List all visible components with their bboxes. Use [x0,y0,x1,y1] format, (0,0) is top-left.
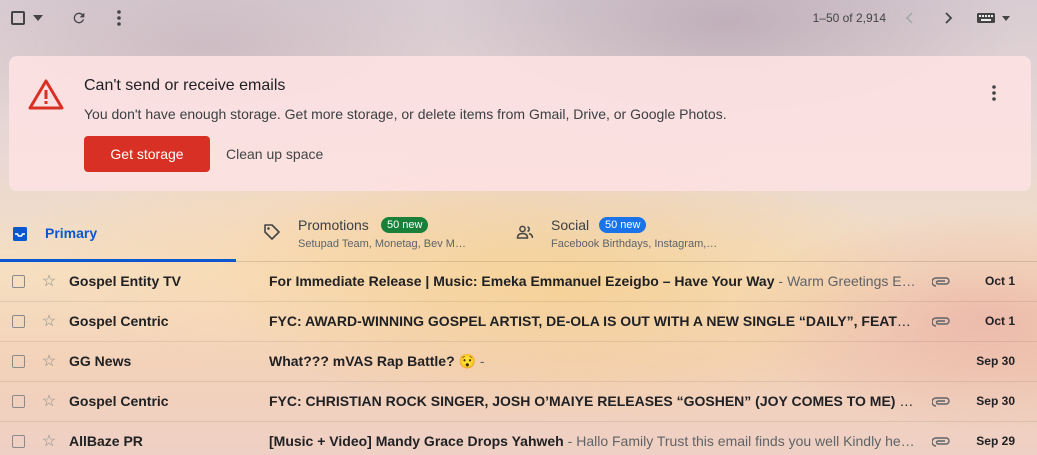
chevron-right-icon[interactable] [938,6,960,30]
subject-snippet-separator: - [774,273,787,289]
email-select-checkbox[interactable] [12,435,25,448]
tag-icon [262,222,282,242]
social-senders-preview: Facebook Birthdays, Instagram,… [551,238,718,250]
email-preview: FYC: CHRISTIAN ROCK SINGER, JOSH O’MAIYE… [269,393,919,409]
email-row[interactable]: ☆ Gospel Centric FYC: AWARD-WINNING GOSP… [0,302,1037,342]
attachment-icon [931,394,951,410]
attachment-icon [931,434,951,450]
tab-primary[interactable]: Primary [0,208,236,262]
tab-promotions[interactable]: Promotions 50 new Setupad Team, Monetag,… [252,208,497,262]
email-select-checkbox[interactable] [12,395,25,408]
email-preview: For Immediate Release | Music: Emeka Emm… [269,273,919,289]
email-sender: Gospel Centric [69,393,169,409]
category-tabs: Primary Promotions 50 new Setupad Team, … [0,208,1037,262]
email-date: Oct 1 [984,314,1015,328]
email-select-checkbox[interactable] [12,355,25,368]
star-icon[interactable]: ☆ [40,393,58,411]
select-options-caret-icon[interactable] [30,6,46,30]
banner-title: Can't send or receive emails [84,77,286,94]
subject-snippet-separator: - [563,433,577,449]
email-list: ☆ Gospel Entity TV For Immediate Release… [0,262,1037,455]
email-preview: What??? mVAS Rap Battle? 😯 - [269,353,919,370]
email-select-checkbox[interactable] [12,315,25,328]
email-date: Sep 30 [976,394,1015,408]
email-subject: FYC: AWARD-WINNING GOSPEL ARTIST, DE-OLA… [269,313,919,329]
email-row[interactable]: ☆ GG News What??? mVAS Rap Battle? 😯 - S… [0,342,1037,382]
attachment-icon [931,314,951,330]
email-row[interactable]: ☆ Gospel Centric FYC: CHRISTIAN ROCK SIN… [0,382,1037,422]
tab-social[interactable]: Social 50 new Facebook Birthdays, Instag… [505,208,750,262]
tab-primary-label: Primary [45,225,98,241]
mail-toolbar: 1–50 of 2,914 [0,0,1037,36]
select-all-checkbox[interactable] [11,11,25,25]
subject-snippet-separator: - [475,353,485,369]
refresh-icon[interactable] [68,6,90,30]
social-new-badge: 50 new [599,217,647,233]
email-row[interactable]: ☆ Gospel Entity TV For Immediate Release… [0,262,1037,302]
star-icon[interactable]: ☆ [40,433,58,451]
banner-more-options-icon[interactable] [984,82,1004,104]
star-icon[interactable]: ☆ [40,313,58,331]
email-subject: What??? mVAS Rap Battle? 😯 [269,353,476,369]
email-sender: AllBaze PR [69,433,143,449]
clean-up-space-button[interactable]: Clean up space [218,136,331,172]
tab-promotions-label: Promotions [298,217,369,233]
people-icon [515,222,535,242]
email-preview: FYC: AWARD-WINNING GOSPEL ARTIST, DE-OLA… [269,313,919,329]
email-date: Sep 30 [976,354,1015,368]
storage-warning-banner: Can't send or receive emails You don't h… [9,56,1031,191]
banner-message: You don't have enough storage. Get more … [84,106,727,122]
email-row[interactable]: ☆ AllBaze PR [Music + Video] Mandy Grace… [0,422,1037,455]
keyboard-icon[interactable] [975,6,1015,30]
pagination-range: 1–50 of 2,914 [812,11,886,25]
promotions-senders-preview: Setupad Team, Monetag, Bev M… [298,238,466,250]
attachment-icon [931,274,951,290]
email-date: Sep 29 [976,434,1015,448]
email-subject: FYC: CHRISTIAN ROCK SINGER, JOSH O’MAIYE… [269,393,919,409]
email-sender: Gospel Entity TV [69,273,182,289]
warning-triangle-icon [28,78,64,110]
chevron-left-icon[interactable] [898,6,920,30]
email-preview: [Music + Video] Mandy Grace Drops Yahweh… [269,433,919,449]
more-options-icon[interactable] [108,6,130,30]
email-subject: For Immediate Release | Music: Emeka Emm… [269,273,775,289]
star-icon[interactable]: ☆ [40,273,58,291]
email-select-checkbox[interactable] [12,275,25,288]
email-subject: [Music + Video] Mandy Grace Drops Yahweh [269,433,564,449]
email-sender: Gospel Centric [69,313,169,329]
tab-social-label: Social [551,217,590,233]
email-snippet: Hallo Family Trust this email finds you … [576,433,915,449]
email-snippet: Warm Greetings E… [786,273,916,289]
inbox-icon [10,224,30,244]
email-date: Oct 1 [984,274,1015,288]
email-sender: GG News [69,353,132,369]
star-icon[interactable]: ☆ [40,353,58,371]
promotions-new-badge: 50 new [381,217,429,233]
get-storage-button[interactable]: Get storage [84,136,210,172]
